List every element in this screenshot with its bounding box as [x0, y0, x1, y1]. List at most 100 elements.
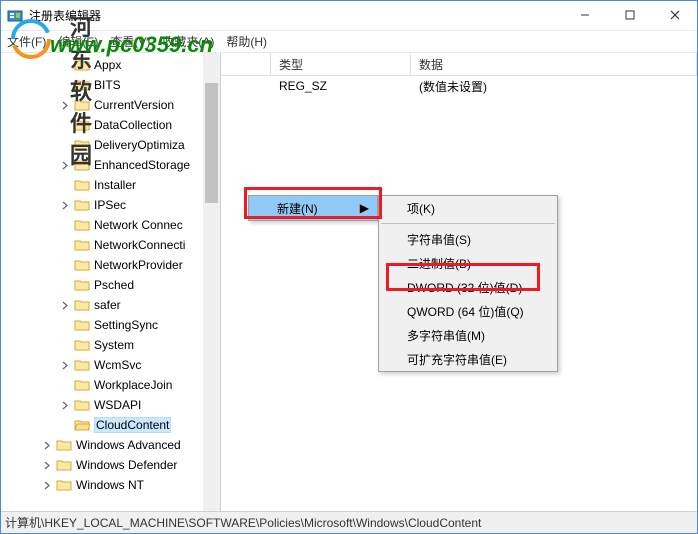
tree-label: safer [94, 298, 121, 312]
folder-icon [74, 338, 90, 352]
col-type[interactable]: 类型 [271, 53, 411, 75]
folder-icon [74, 118, 90, 132]
tree-node[interactable]: SettingSync [1, 315, 220, 335]
menubar: 文件(F) 编辑(E) 查看(V) 收藏夹(A) 帮助(H) [1, 31, 697, 53]
list-pane[interactable]: 类型 数据 REG_SZ (数值未设置) 新建(N) ▶ 项(K) 字符串值(S… [221, 53, 697, 511]
tree-label: Windows Defender [76, 458, 177, 472]
statusbar: 计算机\HKEY_LOCAL_MACHINE\SOFTWARE\Policies… [1, 511, 697, 533]
menu-new-qword[interactable]: QWORD (64 位)值(Q) [379, 299, 557, 323]
tree-node[interactable]: NetworkProvider [1, 255, 220, 275]
tree-label: BITS [94, 78, 121, 92]
tree-node[interactable]: DeliveryOptimiza [1, 135, 220, 155]
maximize-button[interactable] [607, 1, 652, 29]
tree-label: SettingSync [94, 318, 158, 332]
menu-new-multistring[interactable]: 多字符串值(M) [379, 323, 557, 347]
menu-edit[interactable]: 编辑(E) [58, 33, 98, 50]
folder-icon [74, 278, 90, 292]
content-area: Appx BITS CurrentVersion DataCollection Deli… [1, 53, 697, 511]
expander-icon[interactable] [41, 459, 54, 472]
folder-icon [74, 198, 90, 212]
menu-new-label: 新建(N) [277, 200, 318, 217]
window-title: 注册表编辑器 [29, 7, 562, 24]
expander-icon [59, 79, 72, 92]
menu-favorites[interactable]: 收藏夹(A) [162, 33, 214, 50]
submenu-arrow-icon: ▶ [360, 201, 369, 215]
expander-icon[interactable] [59, 299, 72, 312]
tree-node[interactable]: DataCollection [1, 115, 220, 135]
menu-file[interactable]: 文件(F) [7, 33, 46, 50]
titlebar: 注册表编辑器 [1, 1, 697, 31]
folder-icon [74, 298, 90, 312]
col-name[interactable] [221, 53, 271, 75]
registry-editor-window: 注册表编辑器 文件(F) 编辑(E) 查看(V) 收藏夹(A) 帮助(H) Ap… [0, 0, 698, 534]
menu-help[interactable]: 帮助(H) [226, 33, 267, 50]
close-button[interactable] [652, 1, 697, 29]
folder-icon [56, 438, 72, 452]
expander-icon[interactable] [59, 399, 72, 412]
tree-node[interactable]: Windows Advanced [1, 435, 220, 455]
tree-node[interactable]: IPSec [1, 195, 220, 215]
context-submenu-new: 项(K) 字符串值(S) 二进制值(B) DWORD (32 位)值(D) QW… [378, 195, 558, 372]
expander-icon [59, 219, 72, 232]
col-data[interactable]: 数据 [411, 53, 697, 75]
expander-icon [59, 139, 72, 152]
tree-label: Appx [94, 58, 121, 72]
expander-icon [59, 319, 72, 332]
minimize-button[interactable] [562, 1, 607, 29]
list-row[interactable]: REG_SZ (数值未设置) [221, 76, 697, 96]
expander-icon[interactable] [59, 199, 72, 212]
tree-node[interactable]: NetworkConnecti [1, 235, 220, 255]
tree-label: Installer [94, 178, 136, 192]
tree-node[interactable]: safer [1, 295, 220, 315]
expander-icon [59, 279, 72, 292]
menu-new[interactable]: 新建(N) ▶ [249, 196, 377, 220]
tree-node[interactable]: CurrentVersion [1, 95, 220, 115]
status-path: 计算机\HKEY_LOCAL_MACHINE\SOFTWARE\Policies… [5, 514, 481, 531]
expander-icon[interactable] [41, 479, 54, 492]
tree-node[interactable]: Installer [1, 175, 220, 195]
tree-node[interactable]: Windows NT [1, 475, 220, 495]
expander-icon[interactable] [59, 99, 72, 112]
expander-icon [59, 179, 72, 192]
tree-node[interactable]: BITS [1, 75, 220, 95]
menu-new-dword[interactable]: DWORD (32 位)值(D) [379, 275, 557, 299]
tree-label: CurrentVersion [94, 98, 174, 112]
tree-label: WSDAPI [94, 398, 141, 412]
tree-node[interactable]: System [1, 335, 220, 355]
expander-icon[interactable] [59, 159, 72, 172]
tree-node[interactable]: Appx [1, 55, 220, 75]
menu-new-expandstring[interactable]: 可扩充字符串值(E) [379, 347, 557, 371]
tree-scrollbar[interactable] [203, 53, 220, 511]
tree-node[interactable]: WSDAPI [1, 395, 220, 415]
folder-icon [56, 458, 72, 472]
tree-label: Windows NT [76, 478, 144, 492]
folder-icon [74, 398, 90, 412]
menu-separator [381, 223, 555, 224]
tree-node[interactable]: Windows Defender [1, 455, 220, 475]
tree-node[interactable]: Network Connec [1, 215, 220, 235]
menu-new-string[interactable]: 字符串值(S) [379, 227, 557, 251]
tree-node[interactable]: CloudContent [1, 415, 220, 435]
folder-icon [74, 418, 90, 432]
tree-label: NetworkConnecti [94, 238, 185, 252]
menu-new-key[interactable]: 项(K) [379, 196, 557, 220]
expander-icon[interactable] [59, 359, 72, 372]
tree-node[interactable]: EnhancedStorage [1, 155, 220, 175]
expander-icon[interactable] [41, 439, 54, 452]
tree-pane[interactable]: Appx BITS CurrentVersion DataCollection Deli… [1, 53, 221, 511]
tree-label: Psched [94, 278, 134, 292]
tree-node[interactable]: WcmSvc [1, 355, 220, 375]
menu-view[interactable]: 查看(V) [110, 33, 150, 50]
menu-new-binary[interactable]: 二进制值(B) [379, 251, 557, 275]
folder-icon [74, 178, 90, 192]
tree-node[interactable]: Psched [1, 275, 220, 295]
expander-icon [59, 339, 72, 352]
tree-label: CloudContent [94, 417, 171, 433]
scrollbar-thumb[interactable] [205, 83, 218, 203]
tree-label: DataCollection [94, 118, 172, 132]
expander-icon [59, 259, 72, 272]
tree-label: NetworkProvider [94, 258, 183, 272]
tree-label: EnhancedStorage [94, 158, 190, 172]
registry-tree: Appx BITS CurrentVersion DataCollection Deli… [1, 55, 220, 495]
tree-node[interactable]: WorkplaceJoin [1, 375, 220, 395]
